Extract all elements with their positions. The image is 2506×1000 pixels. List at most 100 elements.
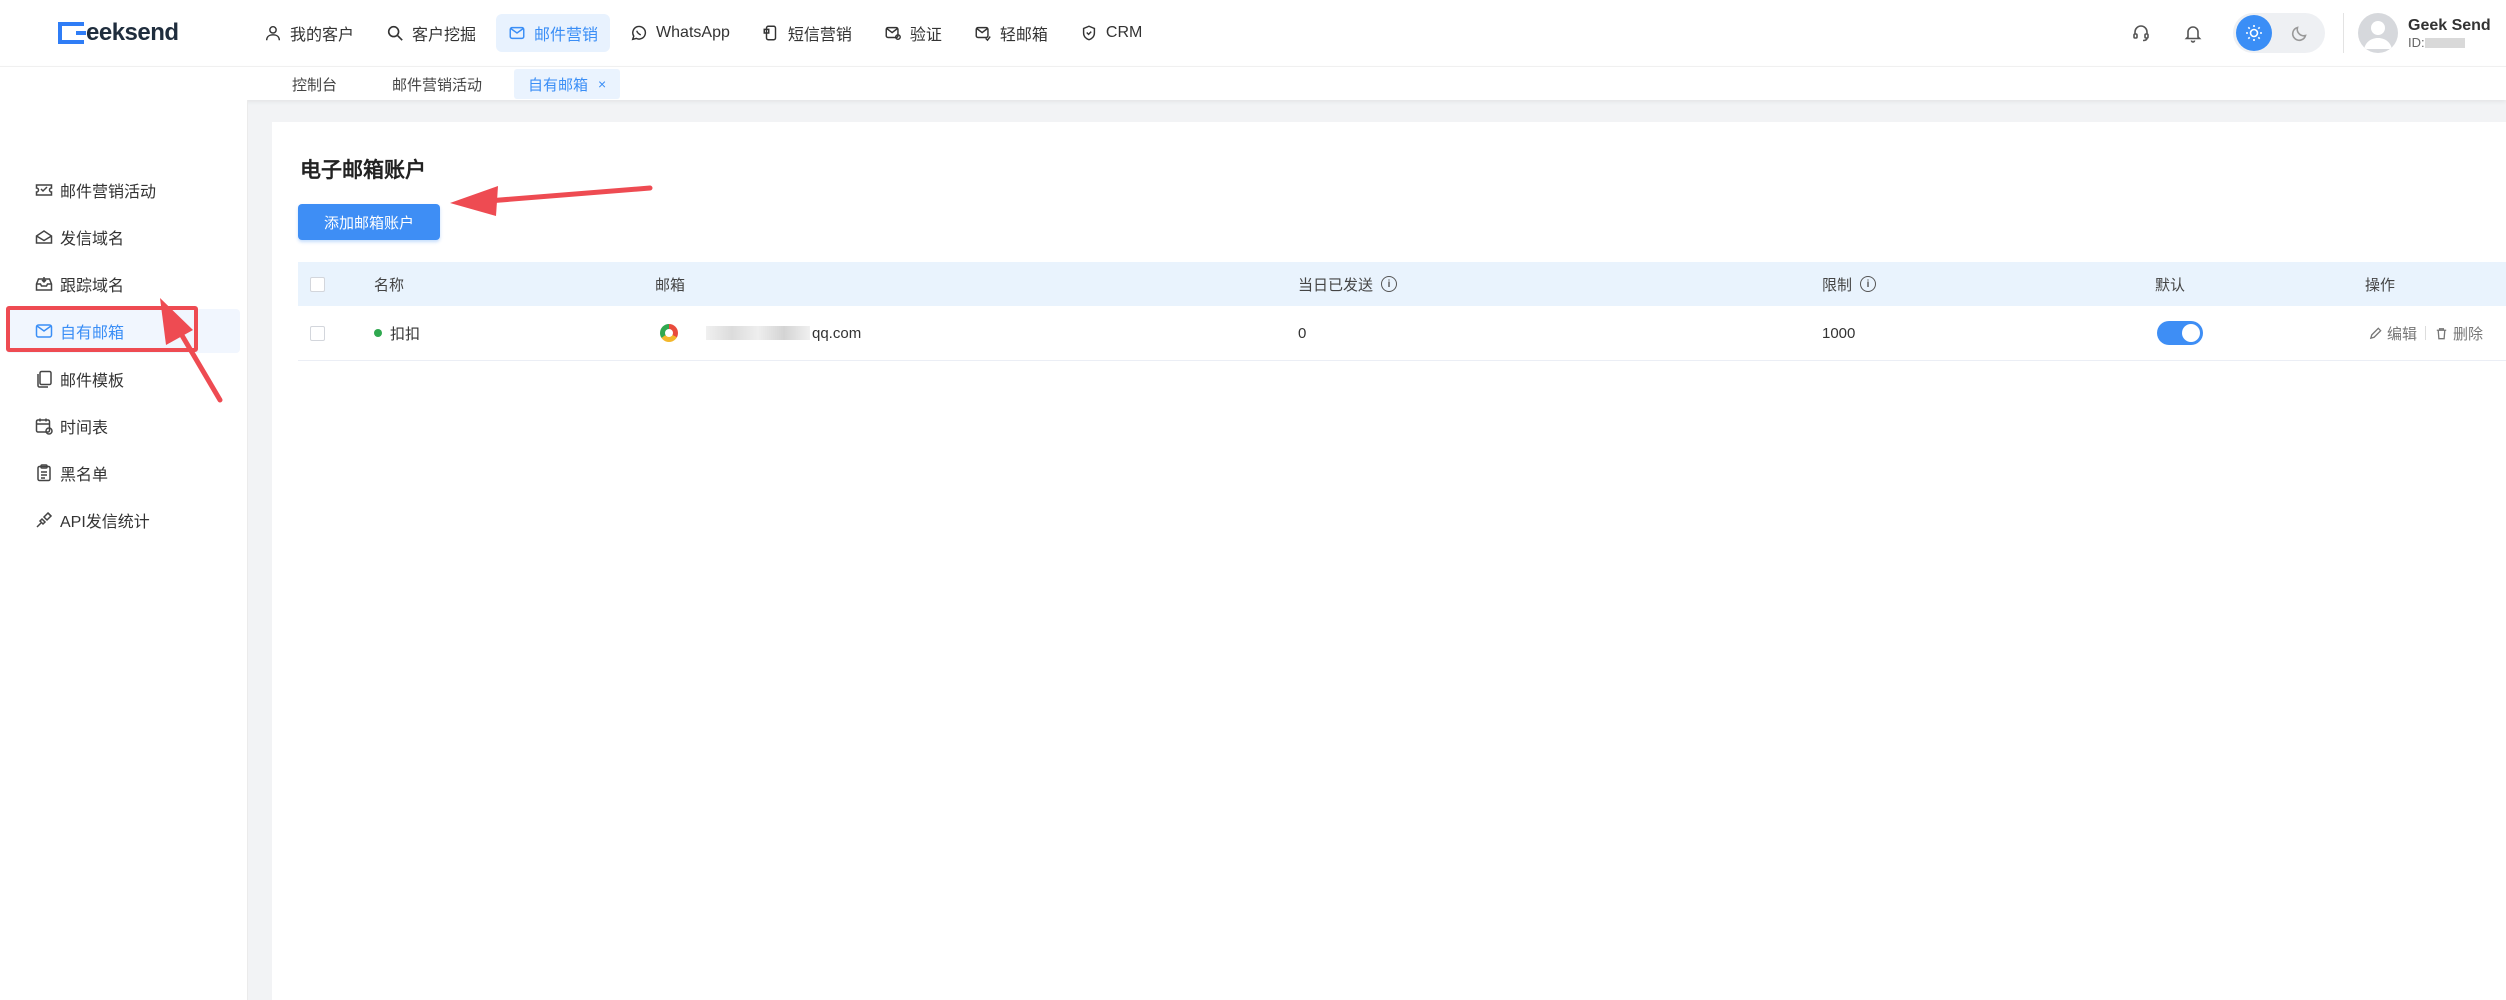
default-toggle[interactable] (2157, 321, 2203, 345)
info-icon[interactable]: i (1381, 276, 1398, 292)
trash-icon (2436, 327, 2447, 339)
mail-icon (509, 26, 525, 40)
nav-item-whatsapp[interactable]: WhatsApp (618, 14, 742, 52)
header-sent-today-label: 当日已发送 (1298, 276, 1374, 294)
sidebar-item-tracking-domain[interactable]: 跟踪域名 (6, 262, 240, 306)
avatar[interactable] (2358, 13, 2398, 53)
header-email: 邮箱 (655, 274, 685, 295)
whatsapp-icon (631, 25, 647, 41)
nav-item-label: 我的客户 (290, 27, 355, 44)
header-actions: Geek Send ID: (2123, 10, 2506, 56)
nav-item-label: 轻邮箱 (999, 27, 1048, 44)
header-actions: 操作 (2365, 274, 2395, 295)
row-sent-today: 0 (1298, 325, 1306, 342)
row-checkbox[interactable] (310, 325, 325, 341)
sidebar-item-label: 黑名单 (60, 467, 109, 484)
headset-icon[interactable] (2123, 15, 2159, 51)
logo-mark-icon (58, 22, 86, 44)
action-separator (2425, 326, 2427, 340)
sidebar-item-label: 跟踪域名 (60, 278, 125, 295)
sidebar-item-label: 自有邮箱 (60, 325, 125, 342)
select-all-checkbox[interactable] (310, 276, 325, 292)
ticket-icon (35, 184, 53, 196)
sidebar: 邮件营销活动 发信域名 跟踪域名 自有邮箱 邮件模板 时间表 黑名单 API发信… (0, 100, 248, 1000)
moon-icon[interactable] (2282, 15, 2318, 51)
select-all-checkbox-cell (310, 276, 325, 292)
sidebar-item-email-templates[interactable]: 邮件模板 (6, 357, 240, 401)
header-limit-label: 限制 (1822, 276, 1853, 294)
nav-item-label: 验证 (909, 27, 942, 44)
pencil-icon (2369, 326, 2382, 339)
nav-item-label: 邮件营销 (534, 27, 599, 44)
status-dot-icon (374, 329, 382, 337)
nav-item-label: CRM (1105, 24, 1143, 41)
calendar-icon (35, 418, 53, 435)
add-email-account-button[interactable]: 添加邮箱账户 (298, 204, 440, 240)
template-icon (37, 370, 52, 388)
nav-item-light-mailbox[interactable]: 轻邮箱 (962, 14, 1060, 52)
inbox-icon (35, 277, 53, 291)
header-actions-label: 操作 (2365, 276, 2396, 294)
page-tabs: 控制台 邮件营销活动 自有邮箱 × (0, 66, 2506, 100)
nav-item-label: 短信营销 (787, 27, 852, 44)
tab-label: 邮件营销活动 (392, 76, 483, 94)
sidebar-item-schedule[interactable]: 时间表 (6, 404, 240, 448)
sidebar-item-label: API发信统计 (60, 514, 150, 531)
header-default-label: 默认 (2155, 276, 2186, 294)
sidebar-item-api-stats[interactable]: API发信统计 (6, 498, 240, 542)
tab-email-campaigns[interactable]: 邮件营销活动 (378, 69, 496, 99)
row-checkbox-cell (310, 325, 325, 341)
user-id-label: ID: (2408, 34, 2425, 50)
info-icon[interactable]: i (1860, 276, 1877, 292)
header-default: 默认 (2155, 274, 2185, 295)
tab-label: 自有邮箱 (528, 76, 589, 94)
user-info[interactable]: Geek Send ID: (2408, 17, 2506, 50)
sidebar-item-label: 时间表 (60, 420, 109, 437)
api-icon (36, 511, 53, 528)
nav-item-verify[interactable]: 验证 (872, 14, 954, 52)
clipboard-icon (37, 464, 51, 482)
sun-icon[interactable] (2236, 15, 2272, 51)
light-mail-icon (975, 26, 991, 42)
tab-own-mailbox[interactable]: 自有邮箱 × (514, 69, 621, 99)
table-header: 名称 邮箱 当日已发送 i 限制 i 默认 操作 (298, 262, 2506, 306)
sidebar-item-label: 邮件模板 (60, 373, 125, 390)
theme-toggle[interactable] (2233, 13, 2325, 53)
top-header: eeksend 我的客户 客户挖掘 邮件营销 WhatsApp 短信营销 验证 (0, 0, 2506, 66)
nav-item-crm[interactable]: CRM (1068, 14, 1154, 52)
email-accounts-table: 名称 邮箱 当日已发送 i 限制 i 默认 操作 扣扣 qq.com 0 100… (298, 262, 2506, 361)
row-default (2157, 321, 2203, 345)
sidebar-item-blacklist[interactable]: 黑名单 (6, 451, 240, 495)
bell-icon[interactable] (2175, 15, 2211, 51)
qq-mail-icon (660, 324, 678, 342)
email-redacted (706, 326, 810, 340)
edit-button[interactable]: 编辑 (2368, 323, 2417, 344)
verify-mail-icon (885, 26, 901, 41)
sidebar-item-sending-domain[interactable]: 发信域名 (6, 215, 240, 259)
header-email-label: 邮箱 (655, 276, 686, 294)
sidebar-item-own-mailbox[interactable]: 自有邮箱 (6, 309, 240, 353)
user-id-redacted (2424, 38, 2465, 49)
header-name: 名称 (374, 274, 404, 295)
row-email: qq.com (660, 324, 861, 342)
sidebar-item-email-campaigns[interactable]: 邮件营销活动 (6, 168, 240, 212)
crm-shield-icon (1082, 25, 1096, 41)
nav-item-sms-marketing[interactable]: 短信营销 (750, 14, 864, 52)
edit-label: 编辑 (2387, 325, 2418, 343)
logo[interactable]: eeksend (58, 16, 179, 50)
search-icon (387, 25, 403, 41)
user-icon (265, 25, 281, 41)
delete-button[interactable]: 删除 (2434, 323, 2483, 344)
tab-dashboard[interactable]: 控制台 (278, 69, 351, 99)
nav-item-label: 客户挖掘 (412, 27, 477, 44)
row-limit-value: 1000 (1822, 324, 1856, 342)
nav-item-my-customers[interactable]: 我的客户 (252, 14, 366, 52)
nav-item-customer-mining[interactable]: 客户挖掘 (374, 14, 488, 52)
user-name: Geek Send (2408, 16, 2491, 34)
main-nav: 我的客户 客户挖掘 邮件营销 WhatsApp 短信营销 验证 轻邮箱 CRM (252, 14, 1154, 52)
user-id: ID: (2408, 35, 2506, 50)
avatar-user-icon (2364, 21, 2392, 49)
row-email-suffix: qq.com (812, 324, 862, 342)
nav-item-email-marketing[interactable]: 邮件营销 (496, 14, 611, 52)
close-icon[interactable]: × (598, 76, 606, 92)
